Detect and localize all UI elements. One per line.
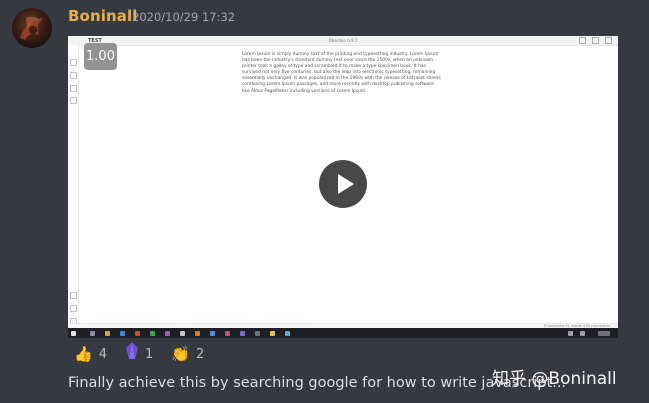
play-icon: [338, 174, 354, 194]
taskbar-app-icon: [180, 331, 185, 336]
graph-icon: [70, 85, 77, 92]
reaction-clap[interactable]: 👏 2: [165, 343, 211, 365]
taskbar-app-icon: [195, 331, 200, 336]
tray-icon: [568, 331, 573, 336]
taskbar-app-icon: [285, 331, 290, 336]
obsidian-ribbon: [68, 45, 79, 327]
avatar[interactable]: [12, 8, 52, 48]
clock-icon: [598, 331, 610, 336]
close-icon: [605, 37, 612, 44]
reactions-bar: 👍 4 1 👏 2: [68, 342, 211, 366]
reaction-count: 4: [98, 346, 107, 362]
taskbar-edge-icon: [120, 331, 125, 336]
playback-speed-badge: 1.00: [84, 43, 117, 70]
search-icon: [70, 72, 77, 79]
zhihu-watermark: 知乎 @Boninall: [492, 369, 617, 389]
message-username[interactable]: Boninall: [68, 7, 137, 25]
note-content: Lorem Ipsum is simply dummy text of the …: [242, 52, 441, 94]
reaction-obsidian[interactable]: 1: [118, 342, 160, 366]
avatar-image: [20, 16, 43, 40]
reaction-count: 1: [144, 346, 154, 362]
thumbs-up-icon: 👍: [74, 345, 93, 363]
clapping-hands-icon: 👏: [171, 345, 190, 363]
taskbar-app-icon: [210, 331, 215, 336]
taskbar-app-icon: [150, 331, 155, 336]
reaction-thumbs-up[interactable]: 👍 4: [68, 343, 113, 365]
taskbar-app-icon: [225, 331, 230, 336]
minimize-icon: [579, 37, 586, 44]
taskbar-search-icon: [90, 331, 95, 336]
reaction-count: 2: [195, 346, 205, 362]
window-controls: [579, 37, 612, 44]
play-button[interactable]: [319, 160, 367, 208]
obsidian-titlebar: Obsidian 0.9.7: [68, 36, 618, 46]
obsidian-crystal-icon: [125, 342, 139, 366]
windows-start-icon: [71, 331, 76, 336]
taskbar-app-icon: [135, 331, 140, 336]
windows-taskbar: [68, 328, 618, 338]
taskbar-files-icon: [105, 331, 110, 336]
vault-icon: [70, 292, 77, 299]
link-icon: [70, 97, 77, 104]
app-title: Obsidian 0.9.7: [328, 38, 358, 43]
help-icon: [70, 305, 77, 312]
taskbar-obsidian-icon: [240, 331, 245, 336]
file-explorer-icon: [70, 59, 77, 66]
video-embed[interactable]: Obsidian 0.9.7 TEST 1.00 Lorem Ipsum is …: [68, 36, 618, 338]
taskbar-app-icon: [165, 331, 170, 336]
taskbar-app-icon: [270, 331, 275, 336]
taskbar-app-icon: [255, 331, 260, 336]
tray-icon: [580, 331, 585, 336]
maximize-icon: [592, 37, 599, 44]
message-timestamp: 2020/10/29 17:32: [132, 10, 236, 24]
